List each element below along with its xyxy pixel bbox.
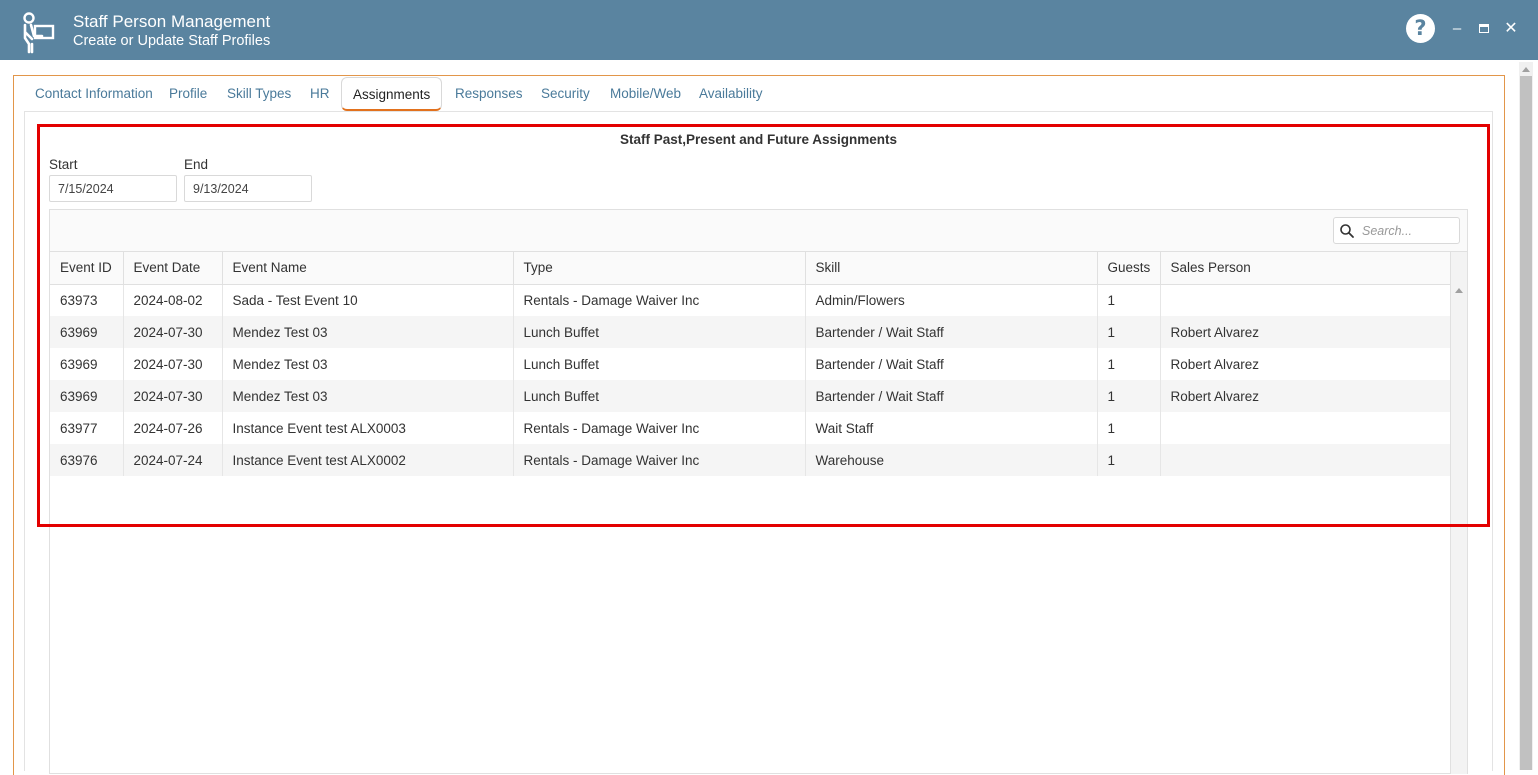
- tab-hr[interactable]: HR: [310, 77, 330, 111]
- cell-event-date: 2024-07-26: [123, 412, 223, 444]
- start-date-label: Start: [49, 157, 78, 172]
- cell-event-date: 2024-07-30: [123, 316, 223, 348]
- cell-sales-person: [1160, 284, 1451, 316]
- start-date-input[interactable]: [49, 175, 177, 202]
- cell-event-name: Instance Event test ALX0003: [222, 412, 514, 444]
- end-date-label: End: [184, 157, 209, 172]
- table-row[interactable]: 63977 2024-07-26 Instance Event test ALX…: [50, 412, 1451, 444]
- cell-sales-person: Robert Alvarez: [1160, 348, 1451, 380]
- cell-guests: 1: [1097, 444, 1161, 476]
- cell-event-name: Mendez Test 03: [222, 380, 514, 412]
- cell-sales-person: Robert Alvarez: [1160, 316, 1451, 348]
- cell-skill: Bartender / Wait Staff: [805, 380, 1098, 412]
- column-header-sales-person[interactable]: Sales Person: [1160, 252, 1451, 285]
- cell-skill: Admin/Flowers: [805, 284, 1098, 316]
- cell-event-date: 2024-07-30: [123, 380, 223, 412]
- title-bar: Staff Person Management Create or Update…: [0, 0, 1538, 60]
- cell-type: Rentals - Damage Waiver Inc: [513, 284, 806, 316]
- cell-event-name: Mendez Test 03: [222, 348, 514, 380]
- table-row[interactable]: 63976 2024-07-24 Instance Event test ALX…: [50, 444, 1451, 476]
- window-title: Staff Person Management: [73, 12, 271, 31]
- cell-event-id: 63976: [50, 444, 124, 476]
- scroll-up-arrow-icon[interactable]: [1522, 67, 1530, 72]
- cell-guests: 1: [1097, 380, 1161, 412]
- cell-event-date: 2024-07-30: [123, 348, 223, 380]
- close-button[interactable]: ✕: [1503, 19, 1519, 39]
- cell-guests: 1: [1097, 284, 1161, 316]
- cell-event-id: 63969: [50, 380, 124, 412]
- column-header-event-name[interactable]: Event Name: [222, 252, 514, 285]
- column-header-event-date[interactable]: Event Date: [123, 252, 223, 285]
- column-header-type[interactable]: Type: [513, 252, 806, 285]
- grid-scrollbar[interactable]: [1450, 252, 1467, 774]
- cell-event-id: 63969: [50, 348, 124, 380]
- search-input[interactable]: [1362, 221, 1454, 241]
- table-row[interactable]: 63969 2024-07-30 Mendez Test 03 Lunch Bu…: [50, 348, 1451, 380]
- cell-guests: 1: [1097, 348, 1161, 380]
- end-date-input[interactable]: [184, 175, 312, 202]
- cell-type: Lunch Buffet: [513, 316, 806, 348]
- assignments-grid: Event ID Event Date Event Name Type Skil…: [49, 209, 1468, 774]
- tab-assignments[interactable]: Assignments: [341, 77, 443, 111]
- cell-event-id: 63969: [50, 316, 124, 348]
- maximize-icon: [1479, 24, 1489, 33]
- minimize-button[interactable]: –: [1449, 19, 1465, 39]
- cell-sales-person: Robert Alvarez: [1160, 380, 1451, 412]
- page-scrollbar-thumb[interactable]: [1520, 76, 1532, 770]
- cell-type: Rentals - Damage Waiver Inc: [513, 412, 806, 444]
- cell-skill: Wait Staff: [805, 412, 1098, 444]
- column-header-event-id[interactable]: Event ID: [50, 252, 124, 285]
- cell-sales-person: [1160, 412, 1451, 444]
- tab-availability[interactable]: Availability: [699, 77, 763, 111]
- grid-toolbar: [50, 210, 1467, 252]
- cell-sales-person: [1160, 444, 1451, 476]
- tab-profile[interactable]: Profile: [169, 77, 207, 111]
- cell-skill: Warehouse: [805, 444, 1098, 476]
- table-row[interactable]: 63969 2024-07-30 Mendez Test 03 Lunch Bu…: [50, 316, 1451, 348]
- cell-event-id: 63977: [50, 412, 124, 444]
- window-subtitle: Create or Update Staff Profiles: [73, 33, 271, 49]
- tab-skill-types[interactable]: Skill Types: [227, 77, 291, 111]
- help-icon[interactable]: ?: [1406, 14, 1435, 43]
- cell-type: Rentals - Damage Waiver Inc: [513, 444, 806, 476]
- tab-contact-information[interactable]: Contact Information: [35, 77, 153, 111]
- scroll-up-arrow-icon[interactable]: [1455, 288, 1463, 293]
- tab-mobile-web[interactable]: Mobile/Web: [610, 77, 681, 111]
- assignments-table: Event ID Event Date Event Name Type Skil…: [50, 252, 1451, 476]
- tab-security[interactable]: Security: [541, 77, 590, 111]
- maximize-button[interactable]: [1476, 19, 1492, 39]
- assignments-title: Staff Past,Present and Future Assignment…: [619, 132, 898, 147]
- cell-guests: 1: [1097, 412, 1161, 444]
- cell-event-id: 63973: [50, 284, 124, 316]
- cell-event-name: Mendez Test 03: [222, 316, 514, 348]
- cell-event-name: Instance Event test ALX0002: [222, 444, 514, 476]
- cell-skill: Bartender / Wait Staff: [805, 316, 1098, 348]
- page-scrollbar[interactable]: [1519, 62, 1533, 770]
- cell-skill: Bartender / Wait Staff: [805, 348, 1098, 380]
- table-row[interactable]: 63973 2024-08-02 Sada - Test Event 10 Re…: [50, 284, 1451, 316]
- column-header-skill[interactable]: Skill: [805, 252, 1098, 285]
- search-box[interactable]: [1333, 217, 1460, 244]
- table-header-row: Event ID Event Date Event Name Type Skil…: [50, 252, 1451, 285]
- cell-event-name: Sada - Test Event 10: [222, 284, 514, 316]
- cell-guests: 1: [1097, 316, 1161, 348]
- tab-responses[interactable]: Responses: [455, 77, 523, 111]
- search-icon: [1340, 224, 1354, 238]
- cell-type: Lunch Buffet: [513, 348, 806, 380]
- staff-person-icon: [23, 12, 55, 54]
- cell-event-date: 2024-07-24: [123, 444, 223, 476]
- table-row[interactable]: 63969 2024-07-30 Mendez Test 03 Lunch Bu…: [50, 380, 1451, 412]
- cell-type: Lunch Buffet: [513, 380, 806, 412]
- cell-event-date: 2024-08-02: [123, 284, 223, 316]
- column-header-guests[interactable]: Guests: [1097, 252, 1161, 285]
